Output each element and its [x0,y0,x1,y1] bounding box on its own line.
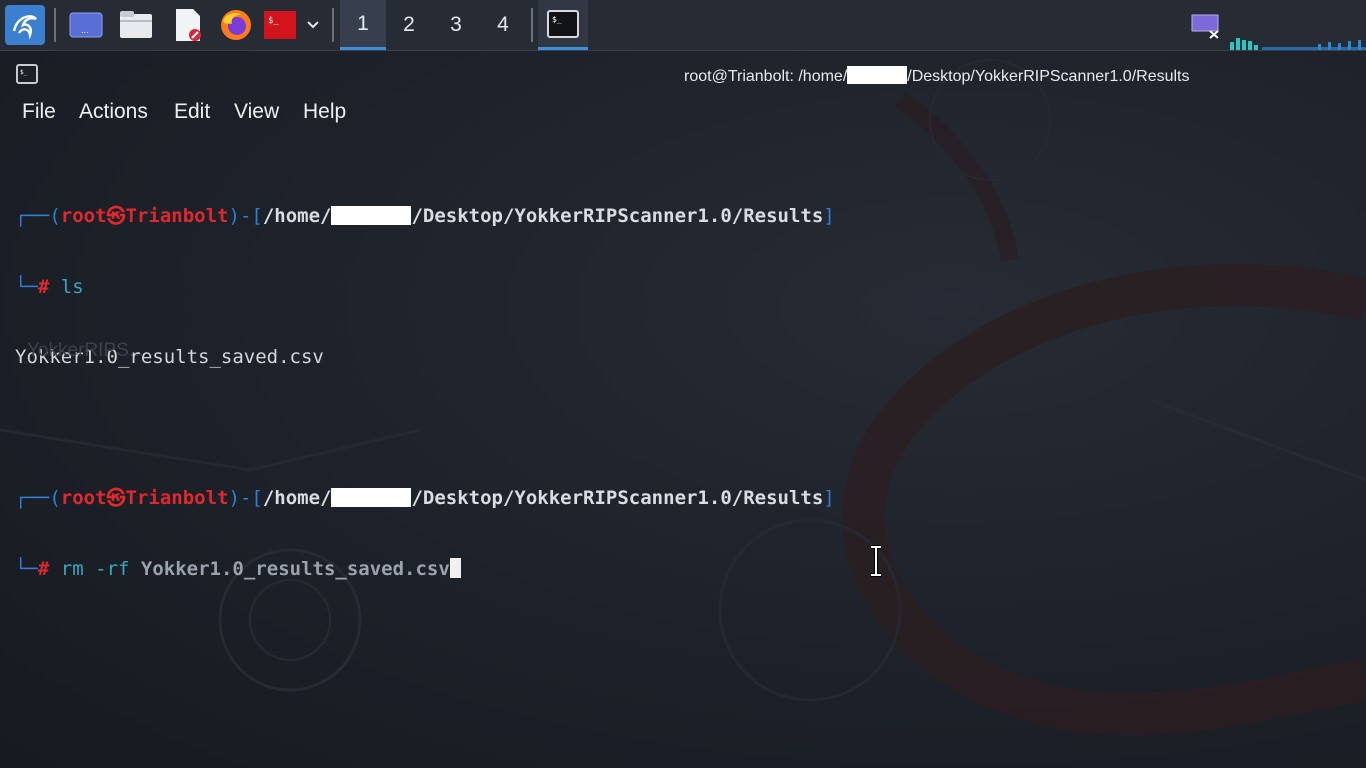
svg-text:$_: $_ [552,15,562,24]
command-line-active[interactable]: └─# rm -rf Yokker1.0_results_saved.csv [15,557,1355,582]
workspace-2[interactable]: 2 [386,0,432,50]
window-title: root@Trianbolt: /home/ /Desktop/YokkerRIP… [684,66,1190,86]
command-flag: -rf [95,557,130,580]
command-rm: rm [60,557,84,580]
prompt-hash: # [37,557,50,580]
prompt-host: Trianbolt [125,205,229,227]
terminal-launcher-button[interactable]: $_ [260,0,300,50]
terminal-icon: $_ [264,11,296,39]
menu-edit[interactable]: Edit [174,100,210,124]
redacted-username [331,488,412,507]
command-argument: Yokker1.0_results_saved.csv [140,557,450,580]
prompt-line: ┌──(root㉿Trianbolt)-[/home//Desktop/Yokk… [15,487,835,509]
prompt-path-prefix: /home/ [262,205,332,227]
text-editor-icon [176,9,201,41]
terminal-task-icon: $_ [547,9,579,38]
svg-text:...: ... [81,26,89,35]
desktop: ... $_ 1 2 3 4 $_ $_ root@Trianbolt: /ho… [0,0,1366,768]
text-cursor [449,557,461,578]
prompt-path-prefix: /home/ [262,487,332,509]
command-ls: ls [60,275,84,298]
firefox-button[interactable] [216,0,256,50]
network-icon [1191,14,1219,39]
command-output: Yokker1.0_results_saved.csv [15,346,324,368]
redacted-username [847,66,908,84]
prompt-icon: $_ [20,69,28,76]
text-editor-button[interactable] [168,0,208,50]
firefox-icon [221,10,251,40]
cpu-graph-icon[interactable] [1228,36,1366,50]
launcher-dropdown-button[interactable] [302,0,324,50]
menu-bar: File Actions Edit View Help [0,96,1366,130]
taskbar-separator [531,8,533,42]
workspace-4[interactable]: 4 [480,0,526,50]
kali-menu-button[interactable] [4,0,46,50]
window-title-suffix: /Desktop/YokkerRIPScanner1.0/Results [907,68,1190,85]
ghost-window-label: YokkerRIPS... [27,340,145,361]
chevron-down-icon [307,21,319,29]
prompt-at: ㉿ [106,205,126,227]
taskbar-separator [54,8,56,42]
network-status-button[interactable] [1188,0,1224,50]
svg-text:$_: $_ [268,16,279,26]
terminal-window-icon[interactable]: $_ [16,64,38,84]
prompt-hash: # [37,275,50,298]
taskbar-separator [332,8,334,42]
prompt-line: ┌──(root㉿Trianbolt)-[/home//Desktop/Yokk… [15,205,835,227]
prompt-path-suffix: /Desktop/YokkerRIPScanner1.0/Results [411,487,824,509]
show-desktop-button[interactable]: ... [66,0,106,50]
terminal-output[interactable]: ┌──(root㉿Trianbolt)-[/home//Desktop/Yokk… [15,158,1355,758]
menu-file[interactable]: File [22,100,56,124]
kali-menu-icon [5,5,45,45]
file-manager-button[interactable] [116,0,156,50]
menu-view[interactable]: View [234,100,279,124]
prompt-user: root [60,205,107,227]
prompt-user: root [60,487,107,509]
ibeam-cursor-icon [871,545,881,577]
prompt-at: ㉿ [106,487,126,509]
command-line: └─# ls [15,275,84,298]
taskbar: ... $_ 1 2 3 4 $_ [0,0,1366,51]
terminal-task-button[interactable]: $_ [538,0,588,50]
prompt-host: Trianbolt [125,487,229,509]
svg-text:$_: $_ [20,69,28,76]
workspace-3[interactable]: 3 [433,0,479,50]
terminal-titlebar[interactable]: $_ root@Trianbolt: /home/ /Desktop/Yokker… [0,53,1366,95]
show-desktop-icon: ... [69,12,103,38]
redacted-username [331,206,412,225]
prompt-path-suffix: /Desktop/YokkerRIPScanner1.0/Results [411,205,824,227]
menu-help[interactable]: Help [303,100,346,124]
menu-actions[interactable]: Actions [79,100,148,124]
file-manager-icon [120,11,152,38]
workspace-1[interactable]: 1 [340,0,386,50]
window-title-prefix: root@Trianbolt: /home/ [684,68,848,85]
